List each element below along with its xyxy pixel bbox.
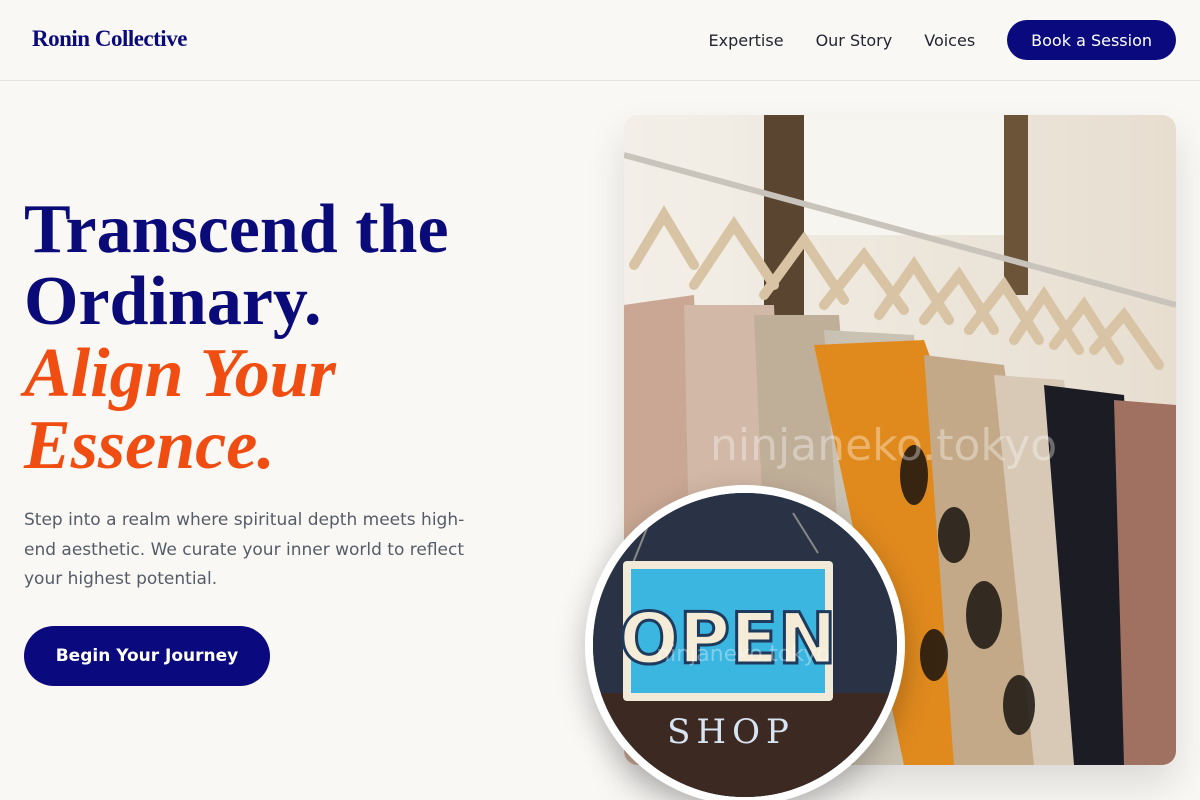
- hero-accent-line-2: Essence.: [24, 407, 275, 484]
- begin-journey-button[interactable]: Begin Your Journey: [24, 626, 270, 686]
- hero-title: Transcend the Ordinary. Align Your Essen…: [24, 194, 584, 482]
- nav-link-voices[interactable]: Voices: [924, 31, 975, 50]
- open-sign-image: OPEN SHOP ninjaneko.tokyo: [585, 485, 905, 800]
- site-header: Ronin Collective Expertise Our Story Voi…: [0, 0, 1200, 81]
- brand-logo[interactable]: Ronin Collective: [32, 26, 187, 52]
- book-session-button[interactable]: Book a Session: [1007, 20, 1176, 60]
- sign-open-text: OPEN: [619, 598, 836, 680]
- main-nav: Expertise Our Story Voices Book a Sessio…: [709, 20, 1176, 60]
- hero-accent-line-1: Align Your: [24, 335, 336, 412]
- nav-link-expertise[interactable]: Expertise: [709, 31, 784, 50]
- hero-title-line-2: Ordinary.: [24, 263, 322, 340]
- sign-watermark: ninjaneko.tokyo: [656, 642, 830, 667]
- nav-link-our-story[interactable]: Our Story: [816, 31, 893, 50]
- hero-title-line-1: Transcend the: [24, 191, 449, 268]
- hero-description: Step into a realm where spiritual depth …: [24, 510, 465, 589]
- open-sign-illustration: OPEN SHOP ninjaneko.tokyo: [593, 493, 897, 797]
- sign-shop-text: SHOP: [667, 712, 795, 752]
